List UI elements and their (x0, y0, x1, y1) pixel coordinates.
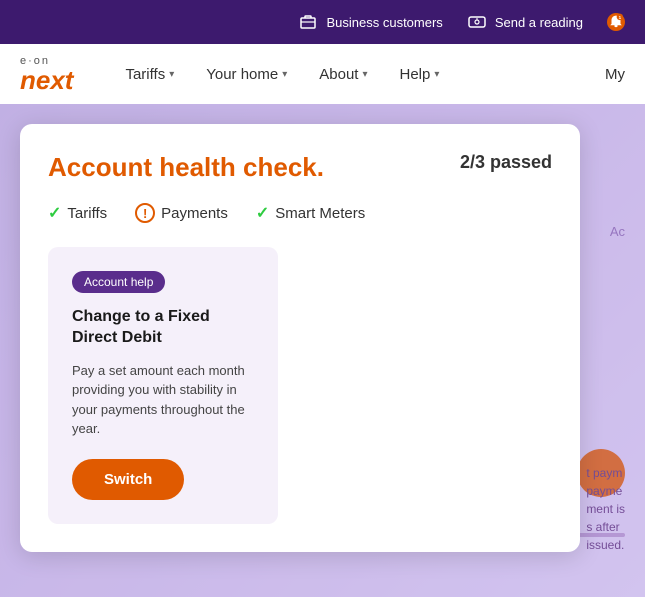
nav-your-home[interactable]: Your home ▾ (206, 66, 287, 83)
tariffs-chevron-icon: ▾ (169, 69, 174, 80)
card-title: Change to a Fixed Direct Debit (72, 307, 254, 349)
smart-meters-check-icon: ✓ (256, 203, 269, 223)
check-smart-meters: ✓ Smart Meters (256, 203, 365, 223)
send-reading-link[interactable]: Send a reading (467, 12, 583, 32)
notification-bell[interactable]: 1 (607, 13, 625, 31)
business-customers-link[interactable]: Business customers (298, 12, 442, 32)
nav-tariffs-label: Tariffs (125, 66, 165, 83)
nav-bar: e·on next Tariffs ▾ Your home ▾ About ▾ … (0, 44, 645, 104)
check-payments: ! Payments (135, 203, 228, 223)
your-home-chevron-icon: ▾ (282, 69, 287, 80)
nav-my-label: My (605, 66, 625, 83)
card-description: Pay a set amount each month providing yo… (72, 361, 254, 439)
top-bar: Business customers Send a reading 1 (0, 0, 645, 44)
logo[interactable]: e·on next (20, 56, 73, 93)
modal-score: 2/3 passed (460, 152, 552, 173)
nav-help[interactable]: Help ▾ (400, 66, 440, 83)
send-reading-label: Send a reading (495, 15, 583, 30)
nav-tariffs[interactable]: Tariffs ▾ (125, 66, 174, 83)
check-items-list: ✓ Tariffs ! Payments ✓ Smart Meters (48, 203, 552, 223)
tariffs-check-icon: ✓ (48, 203, 61, 223)
meter-icon (467, 12, 487, 32)
business-customers-label: Business customers (326, 15, 442, 30)
notification-count: 1 (607, 13, 625, 31)
about-chevron-icon: ▾ (362, 69, 367, 80)
business-icon (298, 12, 318, 32)
check-smart-meters-label: Smart Meters (275, 205, 365, 222)
modal-overlay: Account health check. 2/3 passed ✓ Tarif… (0, 104, 645, 597)
payments-warning-icon: ! (135, 203, 155, 223)
nav-help-label: Help (400, 66, 431, 83)
check-tariffs: ✓ Tariffs (48, 203, 107, 223)
modal-title: Account health check. (48, 152, 324, 183)
nav-about-label: About (319, 66, 358, 83)
logo-next: next (20, 67, 73, 93)
suggestion-card: Account help Change to a Fixed Direct De… (48, 247, 278, 524)
modal-header: Account health check. 2/3 passed (48, 152, 552, 183)
help-chevron-icon: ▾ (434, 69, 439, 80)
nav-my[interactable]: My (605, 66, 625, 83)
health-check-modal: Account health check. 2/3 passed ✓ Tarif… (20, 124, 580, 552)
switch-button[interactable]: Switch (72, 459, 184, 500)
check-tariffs-label: Tariffs (67, 205, 107, 222)
card-badge: Account help (72, 271, 165, 293)
nav-about[interactable]: About ▾ (319, 66, 367, 83)
nav-your-home-label: Your home (206, 66, 278, 83)
check-payments-label: Payments (161, 205, 228, 222)
